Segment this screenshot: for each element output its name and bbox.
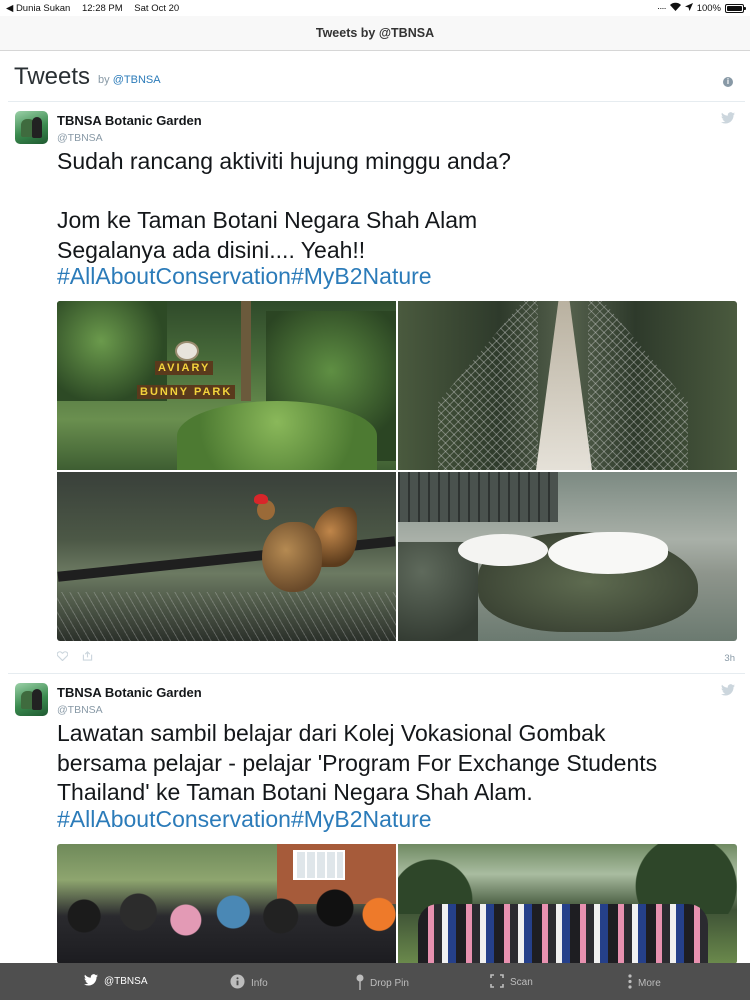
tweet: TBNSA Botanic Garden @TBNSA Lawatan samb…: [8, 675, 745, 964]
tab-label: Info: [251, 977, 268, 989]
bottom-tab-bar: @TBNSA Info Drop Pin Scan More: [0, 963, 750, 1000]
back-to-app-link[interactable]: ◀ Dunia Sukan: [6, 3, 70, 14]
tweet-timestamp[interactable]: 3h: [724, 653, 735, 664]
battery-percent: 100%: [696, 2, 721, 14]
twitter-bird-icon[interactable]: [721, 683, 735, 701]
tweet-photo-students-group[interactable]: [57, 844, 396, 964]
timeline-handle-link[interactable]: @TBNSA: [113, 74, 161, 86]
tweet-photo-aviary[interactable]: AVIARY BUNNY PARK: [57, 301, 396, 470]
tweet-photo-rooster[interactable]: [57, 472, 396, 641]
scan-icon: [490, 974, 504, 991]
nav-title: Tweets by @TBNSA: [315, 26, 435, 40]
status-time: 12:28 PM: [81, 2, 123, 14]
tab-info[interactable]: Info: [230, 974, 268, 992]
tweet-photo-grid: AVIARY BUNNY PARK: [57, 301, 737, 641]
avatar[interactable]: [15, 683, 48, 716]
tab-label: Scan: [510, 977, 533, 988]
wifi-icon: [669, 2, 681, 14]
tweet-author[interactable]: TBNSA Botanic Garden: [57, 685, 202, 700]
tweet-text: Lawatan sambil belajar dari Kolej Vokasi…: [57, 720, 658, 805]
location-icon: [684, 2, 693, 14]
tweet-divider: [8, 673, 745, 674]
timeline-by-label: by: [98, 73, 110, 86]
pin-icon: [356, 974, 364, 993]
tab-tbnsa[interactable]: @TBNSA: [84, 974, 148, 989]
status-date: Sat Oct 20: [134, 2, 180, 14]
tweet-photo-geese[interactable]: [398, 472, 737, 641]
tweet-hashtags[interactable]: #AllAboutConservation#MyB2Nature: [57, 806, 432, 833]
tab-label: Drop Pin: [370, 978, 409, 989]
info-icon[interactable]: i: [723, 77, 733, 87]
like-icon[interactable]: [56, 651, 69, 664]
tab-label: More: [638, 977, 661, 989]
signal-icon: ····: [657, 2, 667, 14]
share-icon[interactable]: [82, 651, 93, 664]
tweet-text: Sudah rancang aktiviti hujung minggu and…: [57, 148, 511, 263]
tweet-handle[interactable]: @TBNSA: [57, 704, 103, 716]
tweet-actions: [56, 651, 93, 664]
tweet-handle[interactable]: @TBNSA: [57, 132, 103, 144]
tweet-photo-grid: [57, 844, 737, 964]
tab-drop-pin[interactable]: Drop Pin: [356, 974, 409, 993]
tab-label: @TBNSA: [104, 976, 148, 987]
status-bar: ◀ Dunia Sukan 12:28 PM Sat Oct 20 ···· 1…: [0, 0, 750, 16]
aviary-sign: AVIARY: [155, 361, 214, 375]
timeline-byline: by @TBNSA: [98, 74, 161, 86]
battery-icon: [725, 3, 746, 13]
timeline-title: Tweets: [14, 62, 91, 90]
tweet: TBNSA Botanic Garden @TBNSA Sudah rancan…: [8, 103, 745, 675]
tweet-hashtags[interactable]: #AllAboutConservation#MyB2Nature: [57, 263, 432, 290]
twitter-bird-icon: [84, 974, 98, 989]
avatar[interactable]: [15, 111, 48, 144]
bunny-park-sign: BUNNY PARK: [137, 385, 236, 399]
nav-bar: Tweets by @TBNSA: [0, 16, 750, 51]
tweet-photo-bridge[interactable]: [398, 301, 737, 470]
twitter-bird-icon[interactable]: [721, 111, 735, 129]
more-icon: [628, 974, 632, 992]
tab-more[interactable]: More: [628, 974, 661, 992]
tweet-photo-students-outdoor[interactable]: [398, 844, 737, 964]
tweet-author[interactable]: TBNSA Botanic Garden: [57, 113, 202, 128]
info-icon: [230, 974, 245, 992]
tab-scan[interactable]: Scan: [490, 974, 533, 991]
timeline-header: Tweets by @TBNSA i: [8, 52, 745, 102]
